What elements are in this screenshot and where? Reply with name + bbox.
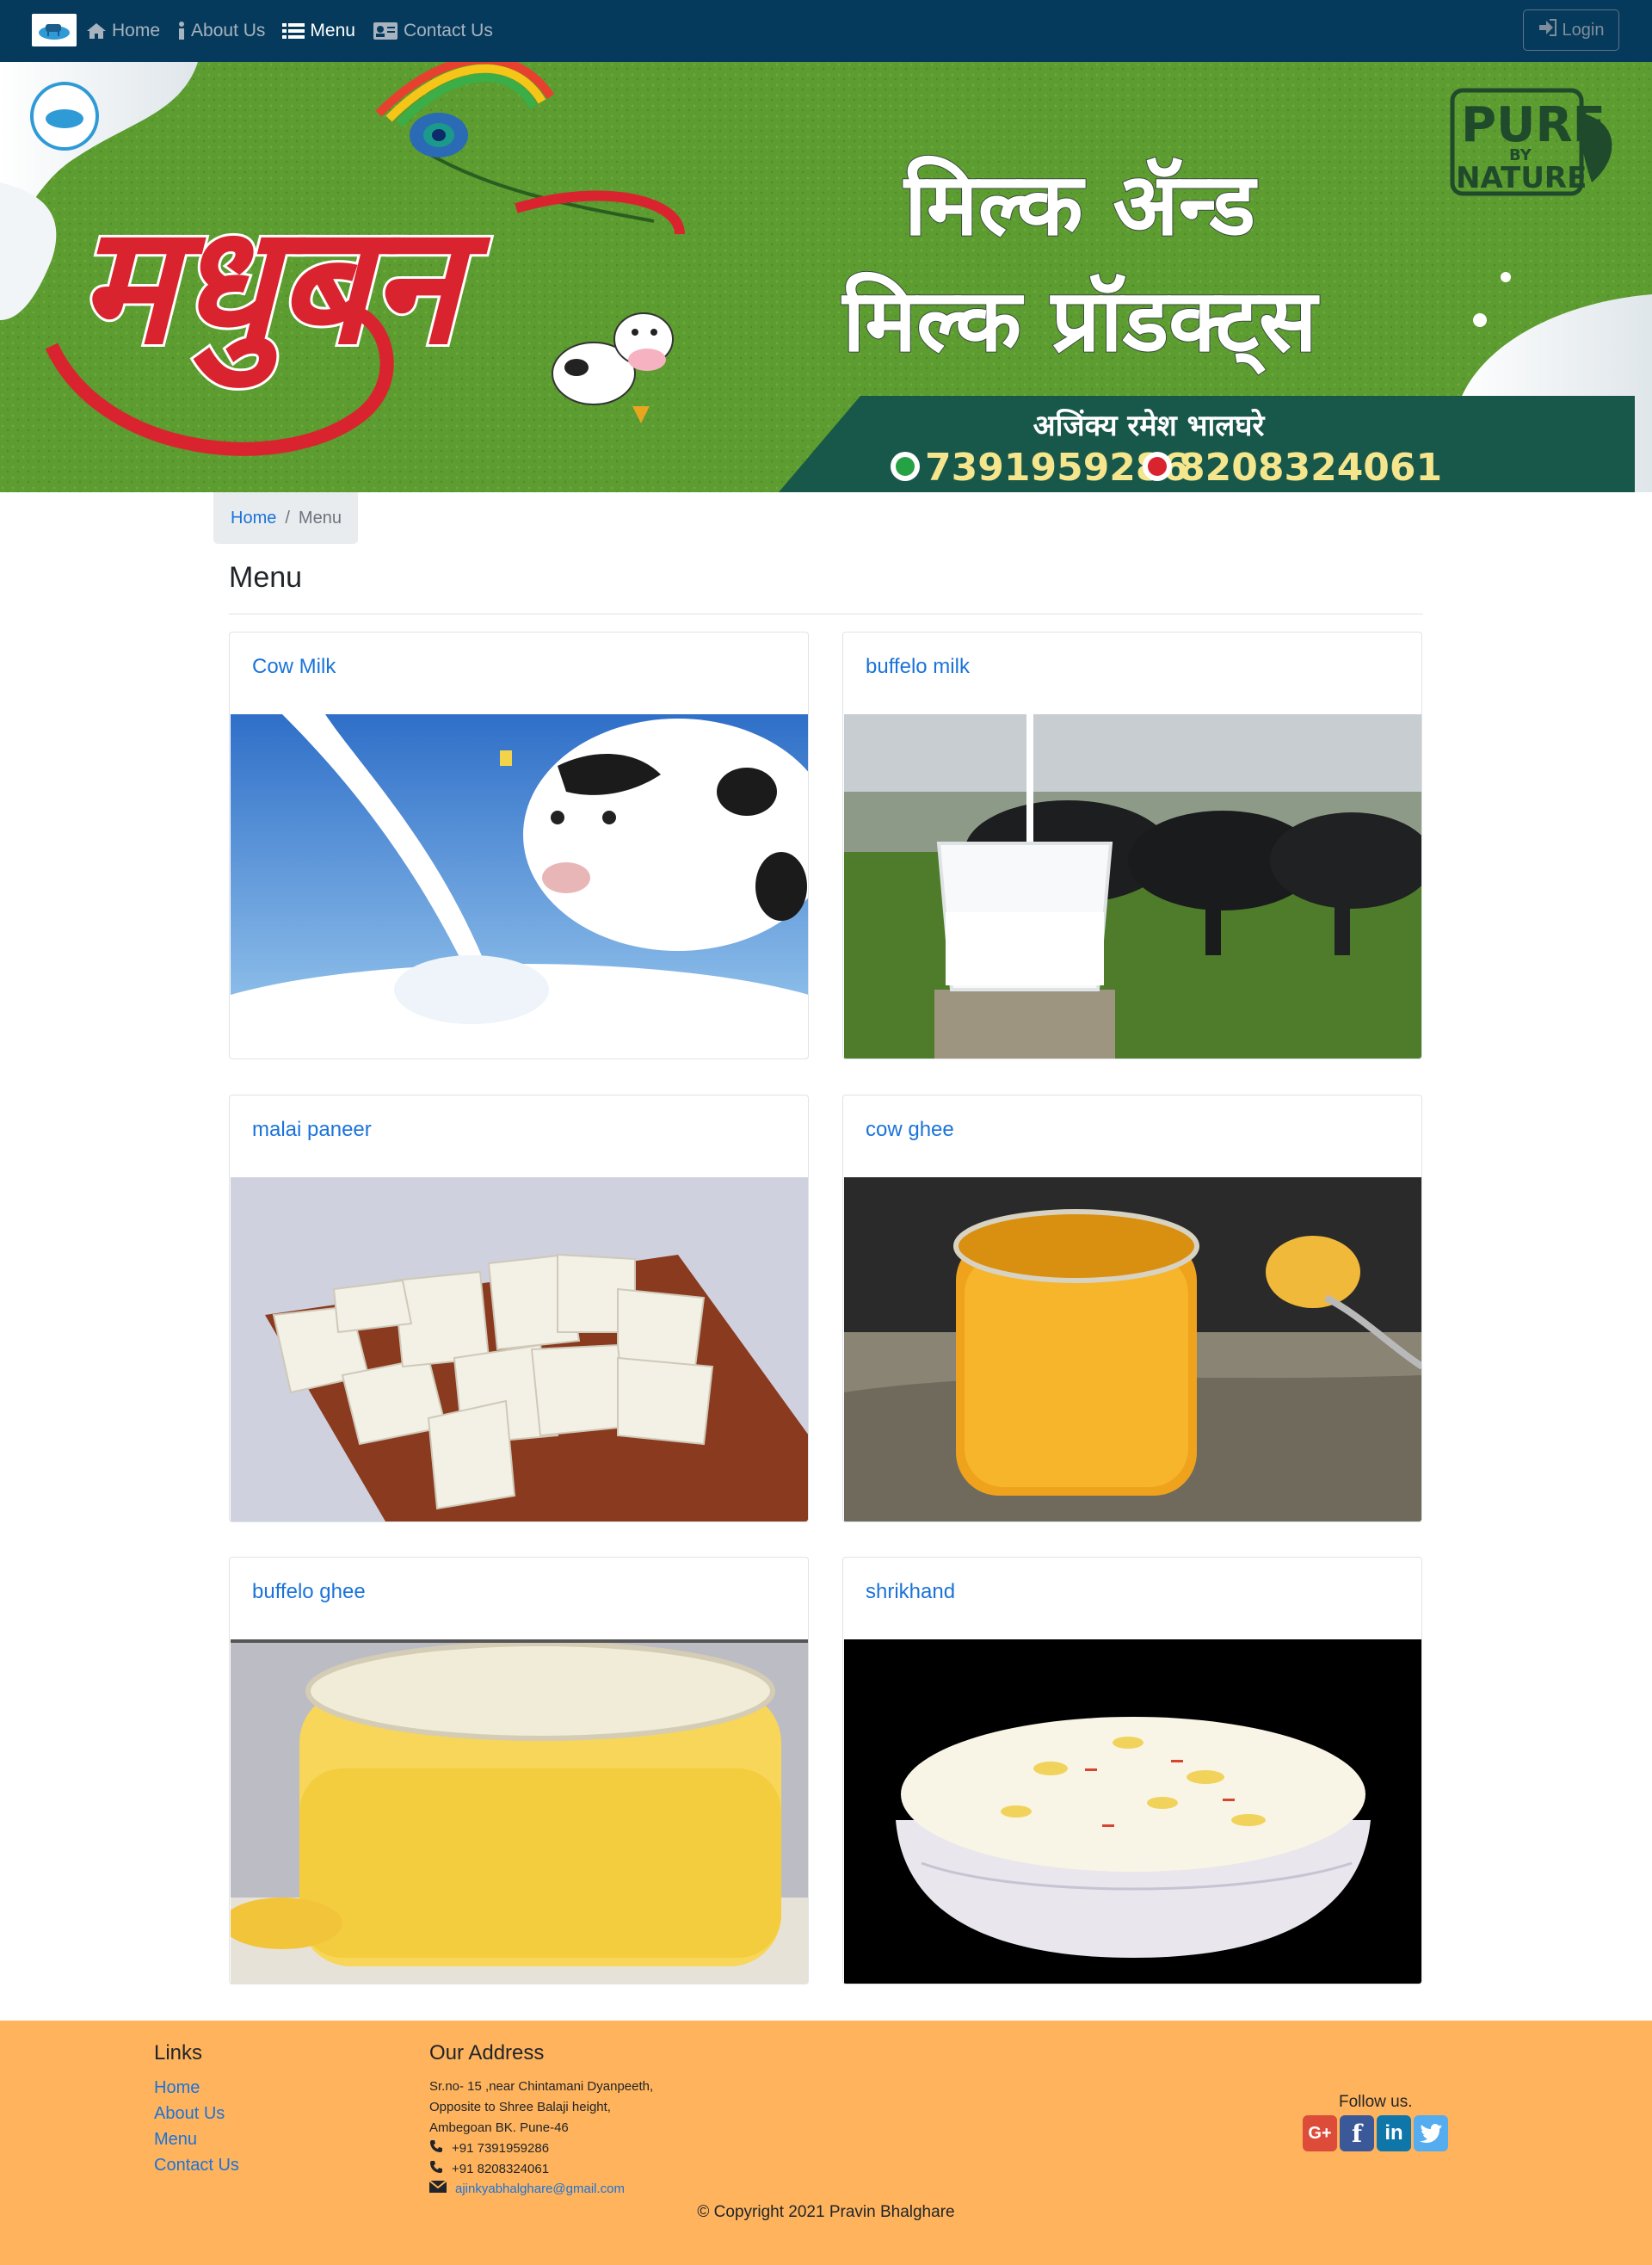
product-card-cow-milk[interactable]: Cow Milk (229, 632, 809, 1059)
footer-phone2: +91 8208324061 (452, 2161, 550, 2176)
phone-icon (429, 2160, 443, 2177)
nav-links: Home About Us Menu Contact Us (86, 0, 493, 62)
product-card-shrikhand[interactable]: shrikhand (842, 1557, 1422, 1984)
product-title[interactable]: buffelo milk (866, 655, 970, 679)
footer-address-line3: Ambegoan BK. Pune-46 (429, 2120, 569, 2135)
banner-headline-line1: मिल्क ॲन्ड (903, 154, 1259, 255)
follow-us-label: Follow us. (1339, 2093, 1413, 2111)
contact-card-icon (373, 22, 398, 40)
breadcrumb: Home / Menu (213, 492, 358, 544)
product-title[interactable]: malai paneer (252, 1118, 372, 1142)
nav-about[interactable]: About Us (177, 21, 265, 41)
product-image-buffelo-ghee[interactable] (231, 1639, 808, 1984)
footer-address-line2: Opposite to Shree Balaji height, (429, 2100, 611, 2114)
footer-email-row: ajinkyabhalghare@gmail.com (428, 2180, 625, 2196)
footer-address-line1: Sr.no- 15 ,near Chintamani Dyanpeeth, (429, 2079, 654, 2094)
product-image-cow-ghee[interactable] (844, 1177, 1421, 1521)
product-image-shrikhand[interactable] (844, 1639, 1421, 1984)
product-title[interactable]: Cow Milk (252, 655, 336, 679)
breadcrumb-current: Menu (298, 508, 342, 528)
footer-email-link[interactable]: ajinkyabhalghare@gmail.com (455, 2182, 625, 2196)
linkedin-icon[interactable]: in (1377, 2115, 1411, 2151)
facebook-icon[interactable]: f (1340, 2115, 1374, 2151)
nav-about-label: About Us (191, 21, 266, 40)
breadcrumb-separator: / (285, 508, 290, 528)
product-card-buffelo-ghee[interactable]: buffelo ghee (229, 1557, 809, 1984)
footer-link-contact[interactable]: Contact Us (154, 2156, 239, 2176)
product-title[interactable]: buffelo ghee (252, 1580, 366, 1604)
brand-script-text: मधुबन (77, 188, 491, 388)
navbar: Home About Us Menu Contact Us Login (0, 0, 1652, 62)
nav-menu-label: Menu (310, 21, 355, 40)
home-icon (86, 22, 107, 40)
brand-logo[interactable] (32, 14, 77, 46)
footer-link-home[interactable]: Home (154, 2078, 200, 2098)
product-image-buffelo-milk[interactable] (844, 714, 1421, 1058)
footer-address-heading: Our Address (429, 2041, 545, 2064)
nav-home-label: Home (112, 21, 161, 40)
nav-home[interactable]: Home (86, 21, 160, 41)
banner-headline-line2: मिल्क प्रॉडक्ट्स (841, 270, 1320, 375)
nav-contact[interactable]: Contact Us (373, 21, 493, 41)
product-card-cow-ghee[interactable]: cow ghee (842, 1095, 1422, 1522)
envelope-icon (428, 2180, 447, 2196)
copyright: © Copyright 2021 Pravin Bhalghare (697, 2203, 955, 2221)
footer-link-about[interactable]: About Us (154, 2104, 225, 2124)
sign-in-icon (1538, 19, 1557, 41)
login-button[interactable]: Login (1523, 9, 1619, 51)
footer-phone1: +91 7391959286 (452, 2140, 550, 2156)
login-label: Login (1562, 20, 1605, 40)
banner-owner-name: अजिंक्य रमेश भालघरे (1033, 408, 1266, 443)
phone-icon (429, 2139, 443, 2157)
nav-menu[interactable]: Menu (282, 21, 355, 41)
page-title: Menu (229, 561, 303, 594)
twitter-icon[interactable] (1414, 2115, 1448, 2151)
nav-contact-label: Contact Us (403, 21, 493, 40)
footer-links-heading: Links (154, 2041, 203, 2064)
footer-phone1-row: +91 7391959286 (429, 2139, 549, 2157)
product-card-buffelo-milk[interactable]: buffelo milk (842, 632, 1422, 1059)
badge-nature: NATURE (1456, 161, 1587, 195)
footer-phone2-row: +91 8208324061 (429, 2160, 549, 2177)
list-icon (282, 22, 305, 40)
info-icon (177, 22, 186, 40)
product-title[interactable]: shrikhand (866, 1580, 955, 1604)
footer-link-menu[interactable]: Menu (154, 2130, 197, 2150)
product-image-malai-paneer[interactable] (231, 1177, 808, 1521)
hero-banner: मधुबन मिल्क ॲन्ड मिल्क प्रॉडक्ट्स अजिंक्… (0, 62, 1652, 492)
breadcrumb-home[interactable]: Home (231, 509, 276, 528)
product-title[interactable]: cow ghee (866, 1118, 954, 1142)
banner-phone2: 8208324061 (1179, 446, 1442, 490)
product-card-malai-paneer[interactable]: malai paneer (229, 1095, 809, 1522)
product-image-cow-milk[interactable] (231, 714, 808, 1058)
google-plus-icon[interactable]: G+ (1303, 2115, 1337, 2151)
